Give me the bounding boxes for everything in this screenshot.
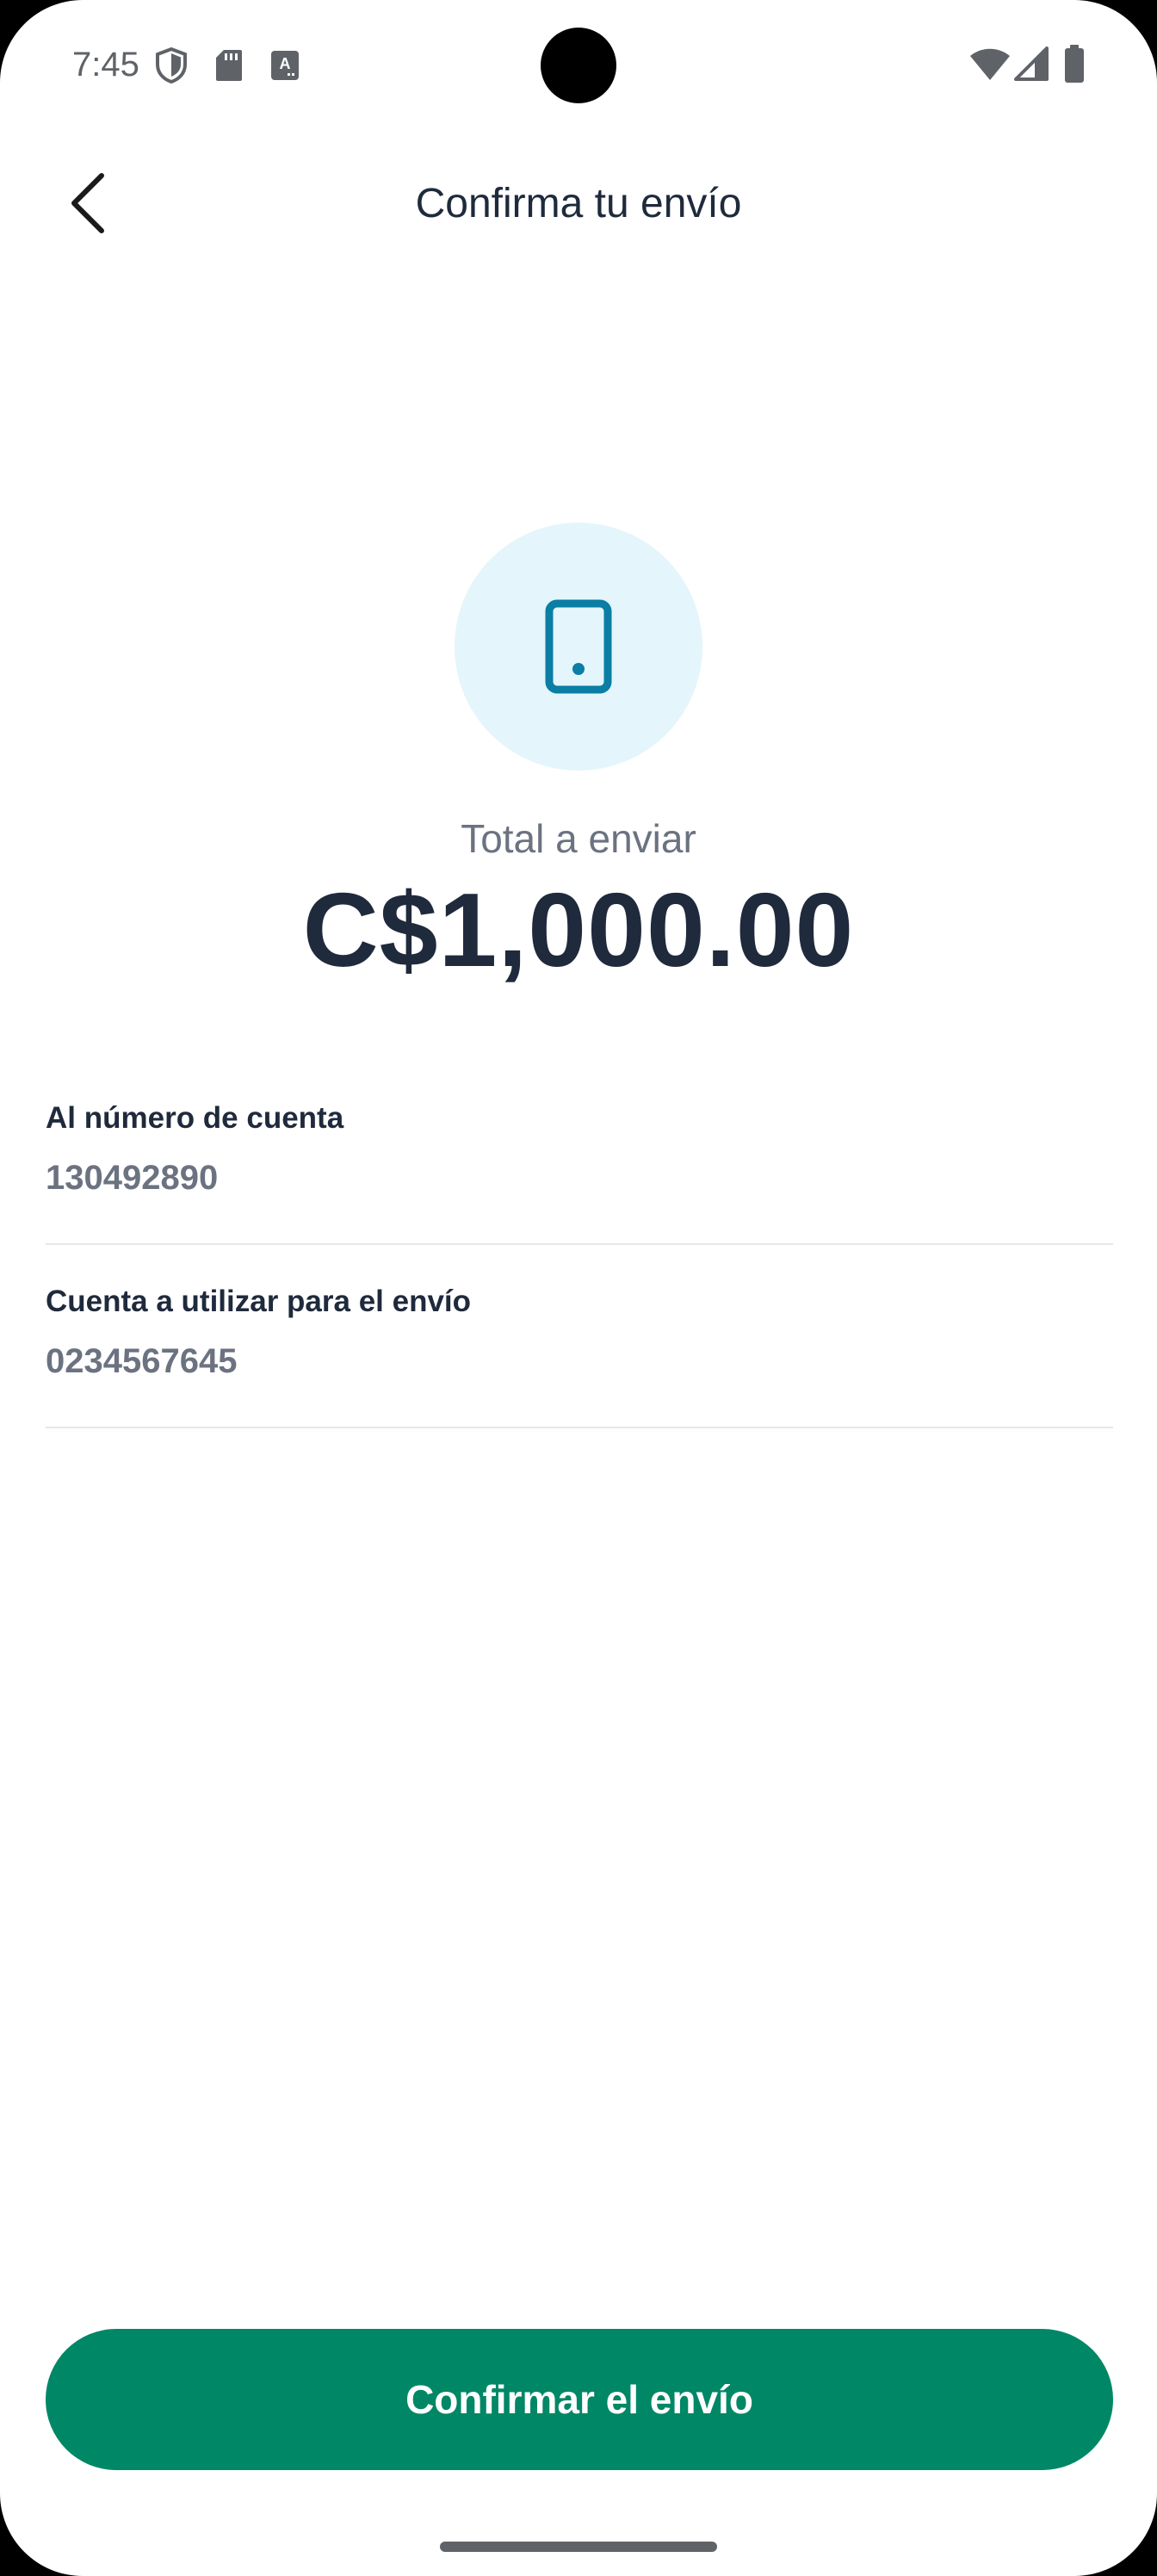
source-account-value: 0234567645 bbox=[46, 1342, 238, 1380]
mobile-phone-icon bbox=[545, 599, 612, 694]
svg-text:A: A bbox=[280, 55, 291, 72]
shield-icon bbox=[156, 46, 187, 84]
signal-icon bbox=[1014, 46, 1049, 81]
wifi-icon bbox=[970, 48, 1010, 80]
total-amount: C$1,000.00 bbox=[302, 871, 855, 988]
destination-account-value: 130492890 bbox=[46, 1159, 219, 1197]
page-title: Confirma tu envío bbox=[415, 181, 742, 226]
app-screen: 7:45 A Confirma tu envío Total a enviar … bbox=[0, 0, 1157, 2576]
keyboard-a-icon: A bbox=[271, 51, 299, 80]
status-time: 7:45 bbox=[72, 46, 139, 84]
source-account-label: Cuenta a utilizar para el envío bbox=[46, 1285, 472, 1318]
destination-account-label: Al número de cuenta bbox=[46, 1101, 344, 1135]
sd-card-icon bbox=[216, 50, 242, 81]
confirm-send-button[interactable]: Confirmar el envío bbox=[46, 2329, 1113, 2470]
status-bar: 7:45 A bbox=[0, 0, 1157, 129]
home-indicator[interactable] bbox=[440, 2542, 717, 2552]
battery-icon bbox=[1065, 45, 1084, 83]
total-label: Total a enviar bbox=[461, 816, 696, 861]
device-icon-badge bbox=[455, 523, 702, 771]
destination-account-row: Al número de cuenta 130492890 bbox=[46, 1099, 1113, 1245]
source-account-row: Cuenta a utilizar para el envío 02345676… bbox=[46, 1282, 1113, 1428]
camera-cutout bbox=[541, 28, 616, 103]
